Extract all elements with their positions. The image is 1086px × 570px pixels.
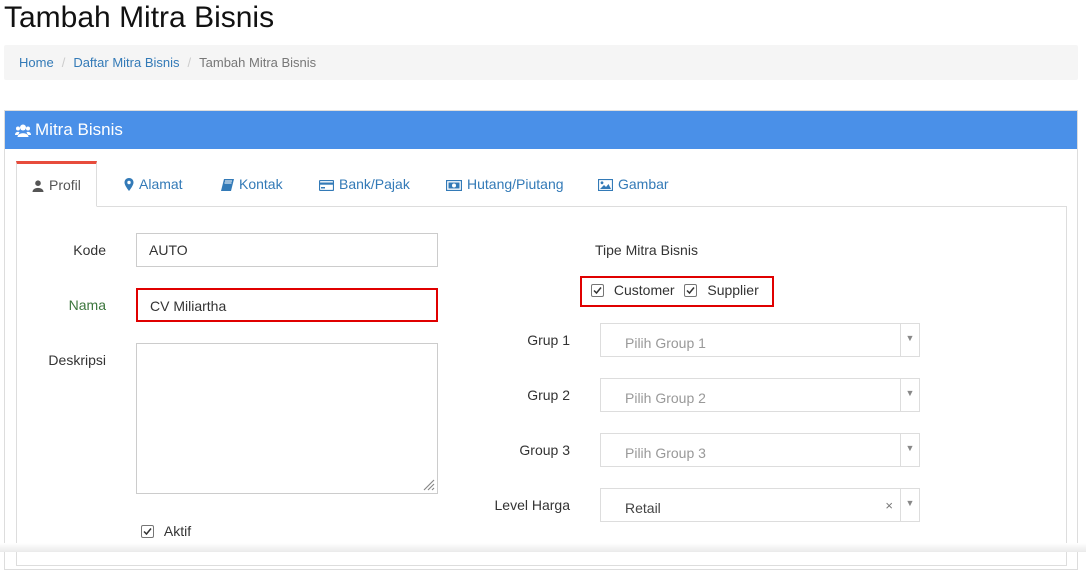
deskripsi-label: Deskripsi [48,352,106,368]
aktif-checkbox-row[interactable]: Aktif [141,523,191,540]
chevron-down-icon: ▼ [900,324,919,356]
tab-label: Hutang/Piutang [467,176,564,192]
tab-label: Gambar [618,176,669,192]
breadcrumb: Home / Daftar Mitra Bisnis / Tambah Mitra Bi… [4,45,1078,80]
breadcrumb-list[interactable]: Daftar Mitra Bisnis [73,55,179,70]
grup1-select[interactable]: Pilih Group 1 ▼ [600,323,920,357]
tipe-mitra-label: Tipe Mitra Bisnis [595,242,698,258]
check-icon [593,287,602,295]
panel-title: Mitra Bisnis [35,120,123,139]
page-title: Tambah Mitra Bisnis [4,1,275,34]
book-icon [221,179,234,191]
aktif-checkbox[interactable] [141,525,154,538]
chevron-down-icon: ▼ [900,489,919,521]
chevron-down-icon: ▼ [900,379,919,411]
bottom-fade [0,543,1086,552]
tab-hutang-piutang[interactable]: Hutang/Piutang [445,161,564,205]
group3-select[interactable]: Pilih Group 3 ▼ [600,433,920,467]
money-icon [445,179,463,192]
tab-kontak[interactable]: Kontak [221,161,283,205]
breadcrumb-current: Tambah Mitra Bisnis [199,55,317,70]
resize-handle-icon[interactable] [422,478,435,491]
tab-bank-pajak[interactable]: Bank/Pajak [318,161,410,205]
grup1-label: Grup 1 [527,332,570,348]
grup2-select[interactable]: Pilih Group 2 ▼ [600,378,920,412]
kode-label: Kode [73,242,106,258]
tab-label: Alamat [139,176,183,192]
clear-icon[interactable]: × [885,489,893,523]
deskripsi-textarea[interactable] [136,343,438,494]
grup1-placeholder: Pilih Group 1 [625,335,706,351]
image-icon [597,178,614,192]
kode-input[interactable]: AUTO [136,233,438,267]
tab-gambar[interactable]: Gambar [597,161,669,205]
breadcrumb-separator: / [61,55,66,70]
nama-label: Nama [68,297,106,313]
tab-bar: Profil Alamat Kontak Bank/Pajak Hutang/P… [16,161,1067,207]
panel-heading: Mitra Bisnis [5,111,1077,149]
tab-label: Kontak [239,176,283,192]
level-harga-select[interactable]: Retail × ▼ [600,488,920,522]
supplier-checkbox[interactable] [684,284,698,297]
chevron-down-icon: ▼ [900,434,919,466]
breadcrumb-home[interactable]: Home [19,55,54,70]
tab-label: Profil [49,177,81,193]
level-harga-value: Retail [625,500,661,516]
grup2-placeholder: Pilih Group 2 [625,390,706,406]
supplier-label: Supplier [707,282,759,298]
tab-label: Bank/Pajak [339,176,410,192]
tipe-mitra-options: Customer Supplier [591,282,759,299]
group3-label: Group 3 [519,442,570,458]
tab-profil[interactable]: Profil [16,161,97,207]
check-icon [143,528,152,536]
customer-label: Customer [613,282,675,298]
group3-placeholder: Pilih Group 3 [625,445,706,461]
check-icon [686,287,696,295]
aktif-label: Aktif [163,523,192,539]
breadcrumb-separator: / [187,55,192,70]
level-harga-label: Level Harga [494,497,571,513]
user-icon [32,180,44,192]
grup2-label: Grup 2 [527,387,570,403]
map-marker-icon [124,178,134,191]
credit-card-icon [318,179,335,192]
tab-alamat[interactable]: Alamat [124,161,183,205]
customer-checkbox[interactable] [591,284,604,297]
users-icon [15,113,31,151]
nama-input[interactable]: CV Miliartha [136,288,438,322]
